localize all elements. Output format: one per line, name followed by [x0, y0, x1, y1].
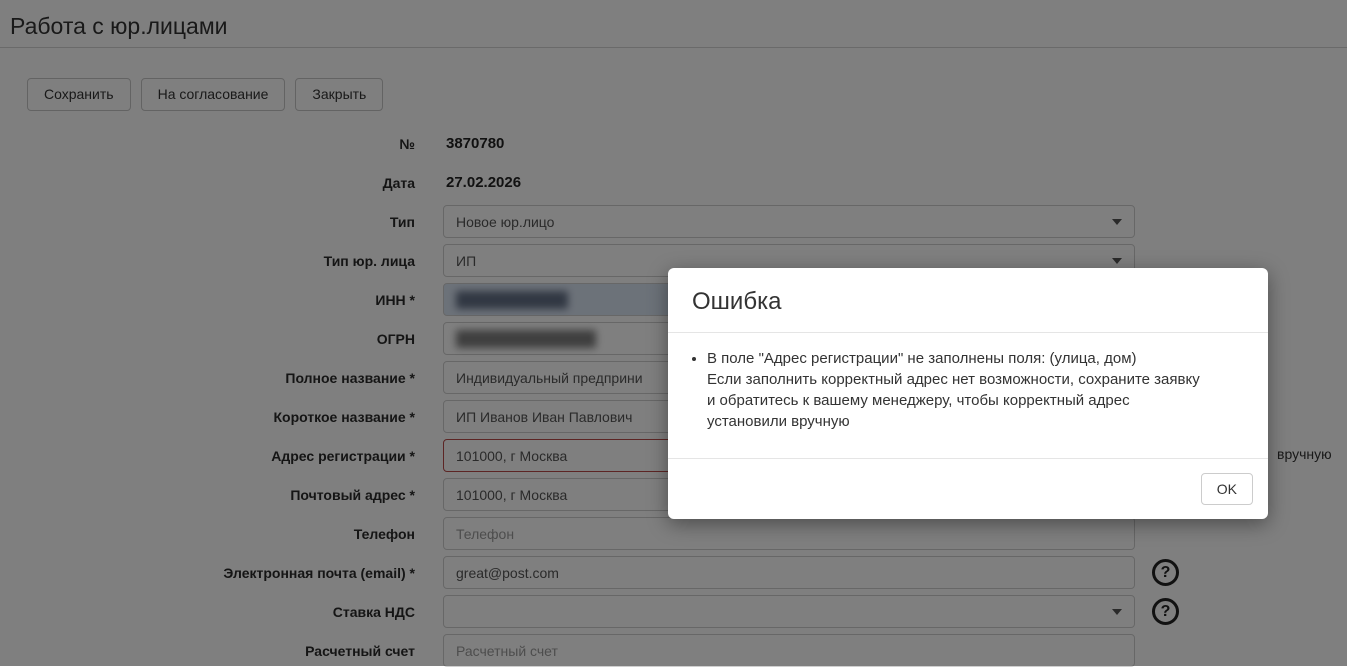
error-modal-body: В поле "Адрес регистрации" не заполнены … — [668, 333, 1268, 458]
error-message-list: В поле "Адрес регистрации" не заполнены … — [692, 348, 1244, 432]
error-modal: Ошибка В поле "Адрес регистрации" не зап… — [668, 268, 1268, 519]
error-message: В поле "Адрес регистрации" не заполнены … — [707, 348, 1244, 432]
error-modal-title: Ошибка — [692, 288, 782, 315]
ok-button[interactable]: OK — [1200, 473, 1253, 505]
error-modal-footer: OK — [668, 458, 1268, 519]
error-modal-header: Ошибка — [668, 268, 1268, 333]
